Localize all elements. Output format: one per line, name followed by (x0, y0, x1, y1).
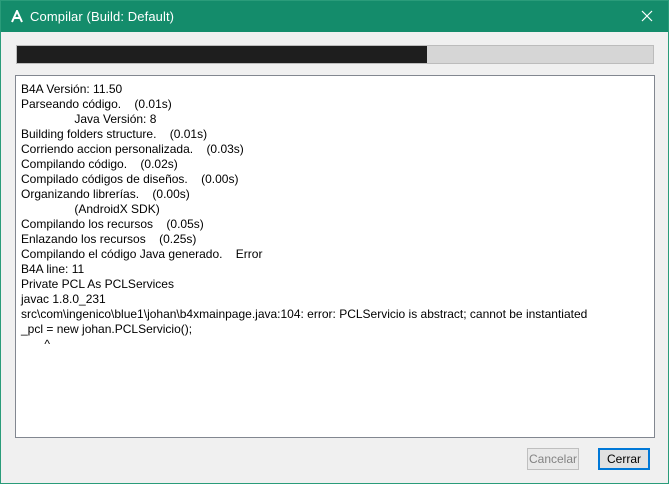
log-line: Corriendo accion personalizada. (0.03s) (21, 142, 244, 156)
log-line: (AndroidX SDK) (21, 202, 160, 216)
log-line: _pcl = new johan.PCLServicio(); (21, 322, 193, 336)
compile-log[interactable]: B4A Versión: 11.50 Parseando código. (0.0… (15, 75, 655, 438)
log-line: Compilando código. (0.02s) (21, 157, 178, 171)
compile-progress-bar (16, 45, 654, 64)
log-line: Java Versión: 8 (21, 112, 157, 126)
close-icon (641, 10, 653, 22)
log-line: Enlazando los recursos (0.25s) (21, 232, 197, 246)
log-line: ^ (21, 337, 50, 351)
title-bar[interactable]: Compilar (Build: Default) (1, 1, 668, 32)
log-line: Private PCL As PCLServices (21, 277, 174, 291)
log-line: B4A line: 11 (21, 262, 85, 276)
progress-fill (17, 46, 428, 63)
log-line: Compilando los recursos (0.05s) (21, 217, 204, 231)
close-window-button[interactable] (632, 3, 662, 29)
window-title: Compilar (Build: Default) (30, 9, 175, 24)
log-line: Parseando código. (0.01s) (21, 97, 172, 111)
log-line: Compilando el código Java generado. Erro… (21, 247, 263, 261)
cancel-button[interactable]: Cancelar (527, 448, 579, 470)
log-line: Compilado códigos de diseños. (0.00s) (21, 172, 239, 186)
log-line: Organizando librerías. (0.00s) (21, 187, 190, 201)
log-line: Building folders structure. (0.01s) (21, 127, 208, 141)
close-button[interactable]: Cerrar (598, 448, 650, 470)
compile-dialog: Compilar (Build: Default) B4A Versión: 1… (0, 0, 669, 484)
log-line: B4A Versión: 11.50 (21, 82, 123, 96)
log-line: src\com\ingenico\blue1\johan\b4xmainpage… (21, 307, 588, 321)
log-line: javac 1.8.0_231 (21, 292, 106, 306)
b4a-logo-icon (11, 10, 23, 24)
